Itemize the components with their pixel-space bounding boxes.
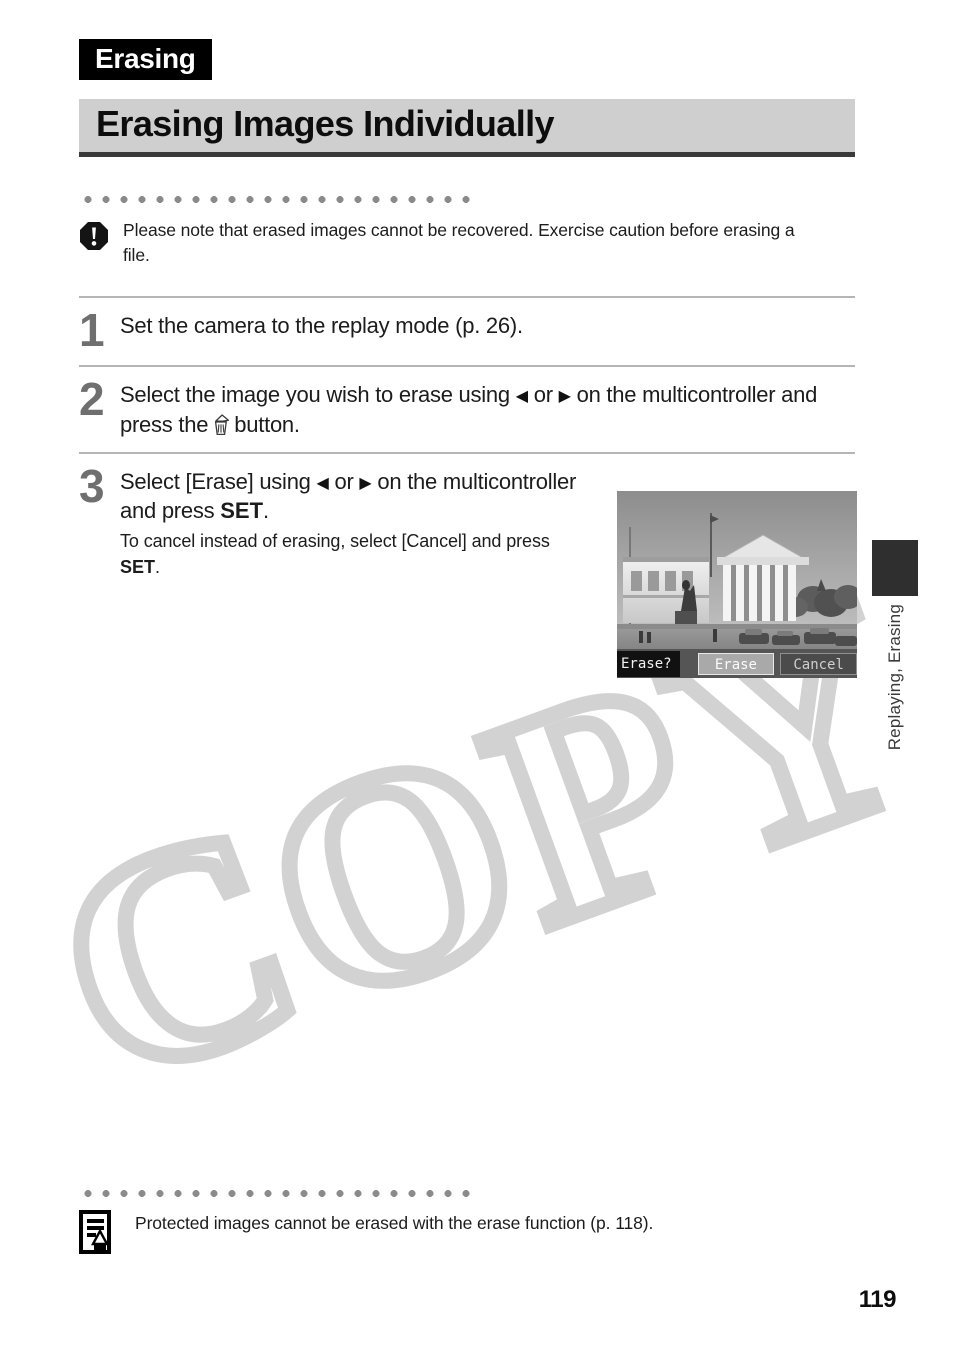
side-index-label: Replaying, Erasing [872, 596, 918, 826]
dotted-separator-bottom [79, 1190, 473, 1197]
lcd-confirm-bar: Erase? Erase Cancel [617, 650, 857, 678]
left-arrow-icon: ◀ [515, 387, 528, 405]
dotted-separator-top [79, 196, 473, 203]
section-tag: Erasing [79, 39, 212, 81]
step-3-sub-a: To cancel instead of erasing, select [Ca… [120, 531, 550, 552]
side-index-tab [872, 540, 918, 596]
lcd-erase-button[interactable]: Erase [697, 653, 775, 675]
exclamation-octagon-icon [79, 221, 109, 256]
right-arrow-icon: ▶ [359, 474, 372, 492]
lcd-cancel-button[interactable]: Cancel [780, 653, 857, 675]
caution-note: Please note that erased images cannot be… [79, 218, 859, 269]
step-item: 2 Select the image you wish to erase usi… [79, 364, 855, 452]
step-1-text: Set the camera to the replay mode (p. 26… [120, 313, 523, 338]
step-2-text-d: button. [234, 411, 300, 437]
side-index-text: Replaying, Erasing [885, 604, 904, 751]
step-subtext: To cancel instead of erasing, select [Ca… [120, 529, 590, 580]
step-3-text-d: . [263, 498, 269, 524]
step-text: Select the image you wish to erase using… [120, 380, 855, 440]
lcd-prompt: Erase? [617, 651, 680, 677]
set-button-label: SET [120, 556, 156, 577]
manual-page: Erasing Erasing Images Individually Plea… [0, 0, 954, 1352]
right-arrow-icon: ▶ [558, 387, 571, 405]
page-number: 119 [858, 1286, 897, 1313]
step-3-sub-b: . [155, 556, 160, 577]
camera-lcd-screenshot: Erase? Erase Cancel [617, 491, 857, 678]
step-body: Set the camera to the replay mode (p. 26… [120, 307, 855, 341]
step-text: Set the camera to the replay mode (p. 26… [120, 311, 855, 341]
step-text: Select [Erase] using ◀ or ▶ on the multi… [120, 467, 605, 527]
step-2-text-a: Select the image you wish to erase using [120, 381, 510, 407]
step-item: 1 Set the camera to the replay mode (p. … [79, 296, 855, 365]
note-pencil-icon [79, 1210, 115, 1259]
left-arrow-icon: ◀ [316, 474, 329, 492]
step-number: 3 [79, 459, 105, 512]
step-number: 2 [79, 372, 105, 425]
footnote: Protected images cannot be erased with t… [79, 1208, 859, 1259]
step-3-text-a: Select [Erase] using [120, 468, 311, 494]
step-2-text-b: or [533, 381, 553, 407]
chapter-title-band: Erasing Images Individually [79, 99, 855, 157]
step-number: 1 [79, 304, 105, 356]
step-body: Select the image you wish to erase using… [120, 376, 855, 440]
set-button-label: SET [220, 498, 264, 524]
trash-can-icon [210, 413, 232, 436]
footnote-text: Protected images cannot be erased with t… [135, 1213, 654, 1233]
caution-text: Please note that erased images cannot be… [123, 220, 795, 266]
step-3-text-b: or [334, 468, 354, 494]
page-title: Erasing Images Individually [96, 103, 555, 144]
